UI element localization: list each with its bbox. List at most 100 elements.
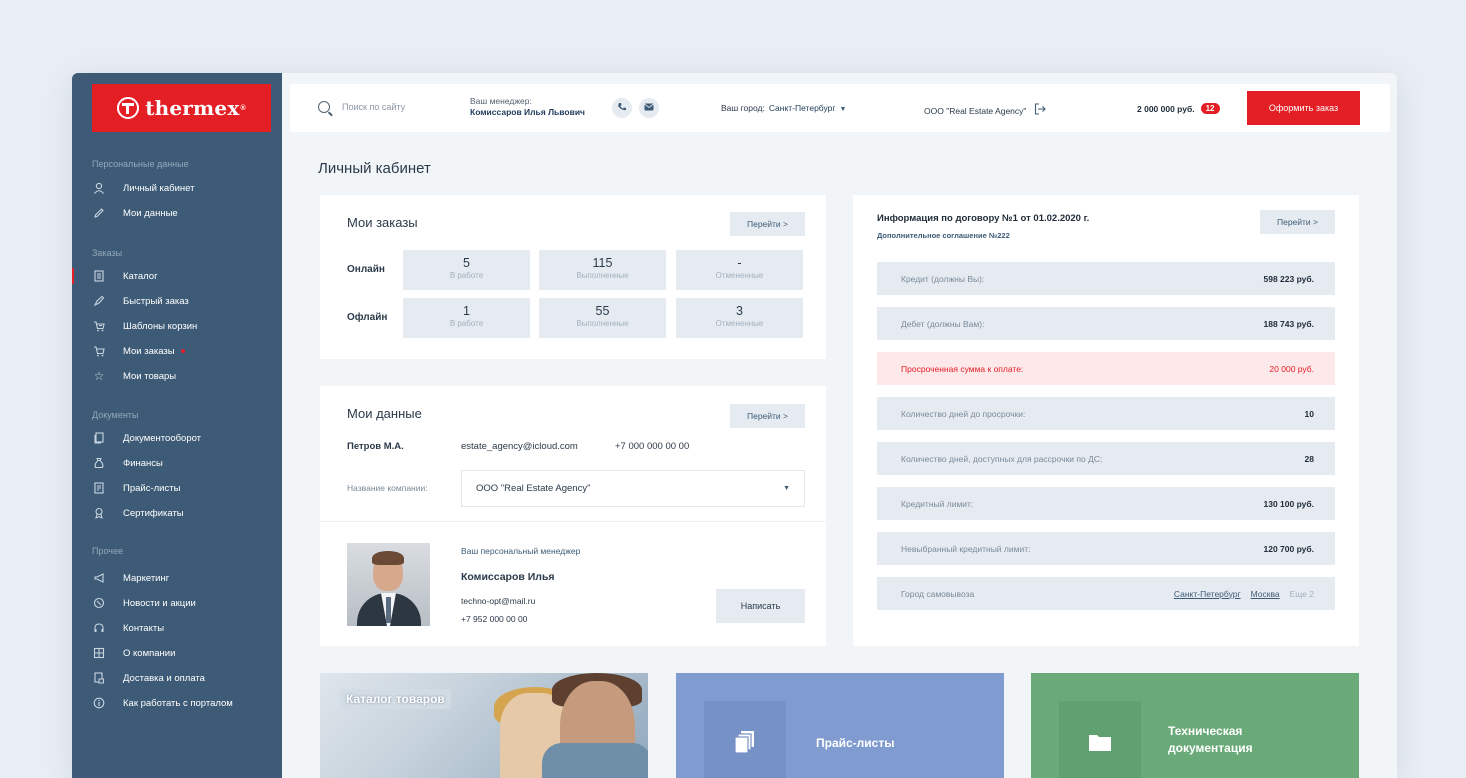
price-lists-tile[interactable]: Прайс-листы: [676, 673, 1004, 778]
sidebar-item-label: Прайс-листы: [123, 482, 181, 494]
logout-icon[interactable]: [1034, 103, 1047, 118]
sidebar-item-price-lists[interactable]: Прайс-листы: [92, 480, 277, 496]
chevron-down-icon: ▼: [839, 106, 847, 113]
search-field[interactable]: Поиск по сайту: [318, 101, 405, 113]
orders-online-in-progress[interactable]: 5В работе: [403, 250, 530, 290]
mydata-title: Мои данные: [347, 406, 422, 421]
sidebar-item-label: Шаблоны корзин: [123, 320, 198, 332]
caption: В работе: [449, 271, 484, 280]
user-phone: +7 000 000 00 00: [615, 441, 690, 452]
orders-offline-cancelled[interactable]: 3 Отмененные: [676, 298, 803, 338]
orders-offline-in-progress[interactable]: 1В работе: [403, 298, 530, 338]
company-name: ООО "Real Estate Agency": [924, 105, 1027, 116]
sidebar-item-label: Мои заказы: [123, 345, 175, 357]
sidebar-item-catalog[interactable]: Каталог: [92, 268, 277, 284]
thermex-logo-icon: [117, 97, 140, 119]
contract-row-overdue: Просроченная сумма к оплате: 20 000 руб.: [877, 352, 1335, 385]
orders-card: Мои заказы Перейти > Онлайн 5В работе 11…: [320, 195, 826, 359]
sidebar-item-delivery[interactable]: Доставка и оплата: [92, 670, 277, 686]
contract-row-unused-limit: Невыбранный кредитный лимит: 120 700 руб.: [877, 532, 1335, 565]
city-label: Ваш город:: [721, 103, 765, 113]
mydata-card: Мои данные Перейти > Петров М.А. estate_…: [320, 386, 826, 646]
sidebar-item-my-orders[interactable]: Мои заказы: [92, 343, 277, 359]
mydata-go-button[interactable]: Перейти >: [730, 404, 805, 428]
row-label: Кредит (должны Вы):: [901, 273, 985, 284]
sidebar-item-label: Как работать с порталом: [123, 697, 233, 709]
count: 5: [463, 256, 470, 270]
sidebar-item-label: Документооборот: [123, 432, 202, 444]
sidebar-item-document-flow[interactable]: Документооборот: [92, 430, 277, 446]
brand-logo[interactable]: thermex ®: [92, 84, 271, 132]
row-label: Кредитный лимит:: [901, 498, 974, 509]
sidebar-section-documents: Документы: [92, 410, 139, 420]
documents-icon: [92, 431, 106, 445]
sidebar-item-marketing[interactable]: Маркетинг: [92, 570, 277, 586]
user-email: estate_agency@icloud.com: [461, 441, 578, 452]
manager-info: Ваш менеджер: Комиссаров Илья Львович: [470, 96, 585, 118]
user-icon: [92, 181, 106, 195]
brand-trademark: ®: [240, 104, 246, 112]
company-switcher[interactable]: ООО "Real Estate Agency": [924, 103, 1047, 118]
manager-phone[interactable]: +7 952 000 00 00: [461, 614, 527, 624]
tech-docs-tile[interactable]: Техническая документация: [1031, 673, 1359, 778]
cart-sum: 2 000 000 руб.: [1137, 103, 1195, 114]
user-name: Петров М.А.: [347, 441, 404, 452]
pickup-city-links: Санкт-Петербург Москва Еще 2: [1174, 589, 1314, 599]
mail-icon: [644, 103, 654, 113]
orders-online-cancelled[interactable]: - Отмененные: [676, 250, 803, 290]
orders-go-button[interactable]: Перейти >: [730, 212, 805, 236]
city-selector[interactable]: Ваш город: Санкт-Петербург ▼: [721, 103, 846, 113]
company-select[interactable]: ООО "Real Estate Agency" ▼: [461, 470, 805, 507]
sidebar-item-my-products[interactable]: ☆ Мои товары: [92, 368, 277, 384]
caption: Выполненные: [576, 319, 629, 328]
sidebar-item-cart-templates[interactable]: Шаблоны корзин: [92, 318, 277, 334]
sidebar-item-label: Контакты: [123, 622, 165, 634]
sidebar-item-quick-order[interactable]: Быстрый заказ: [92, 293, 277, 309]
price-list-icon: [92, 481, 106, 495]
sidebar-item-finance[interactable]: Финансы: [92, 455, 277, 471]
sidebar-item-contacts[interactable]: Контакты: [92, 620, 277, 636]
sidebar-item-label: Доставка и оплата: [123, 672, 205, 684]
sidebar-item-news[interactable]: Новости и акции: [92, 595, 277, 611]
pickup-city-link[interactable]: Санкт-Петербург: [1174, 589, 1241, 599]
orders-online-completed[interactable]: 115 Выполненные: [539, 250, 666, 290]
search-placeholder: Поиск по сайту: [342, 102, 406, 112]
contract-title: Информация по договору №1 от 01.02.2020 …: [877, 213, 1090, 224]
contract-row-installment-days: Количество дней, доступных для рассрочки…: [877, 442, 1335, 475]
contract-go-button[interactable]: Перейти >: [1260, 210, 1335, 234]
row-label: Количество дней, доступных для рассрочки…: [901, 453, 1103, 464]
contract-row-credit-limit: Кредитный лимит: 130 100 руб.: [877, 487, 1335, 520]
row-value: 10: [1304, 408, 1314, 419]
contract-row-pickup: Город самовывоза Санкт-Петербург Москва …: [877, 577, 1335, 610]
orders-offline-completed[interactable]: 55 Выполненные: [539, 298, 666, 338]
contract-row-debit: Дебет (должны Вам): 188 743 руб.: [877, 307, 1335, 340]
row-value: 130 100 руб.: [1263, 498, 1314, 509]
sidebar: thermex ® Персональные данные Личный каби…: [72, 73, 282, 778]
sidebar-item-my-data[interactable]: Мои данные: [92, 205, 277, 221]
pickup-more-link[interactable]: Еще 2: [1290, 589, 1314, 599]
finance-icon: [92, 456, 106, 470]
catalog-tile[interactable]: Каталог товаров: [320, 673, 648, 778]
sidebar-item-label: Сертификаты: [123, 507, 184, 519]
pencil-icon: [92, 206, 106, 220]
email-manager-button[interactable]: [639, 98, 659, 118]
row-value: 20 000 руб.: [1269, 363, 1314, 374]
sidebar-item-how-to[interactable]: Как работать с порталом: [92, 695, 277, 711]
chevron-down-icon: ▼: [783, 485, 790, 492]
call-manager-button[interactable]: [612, 98, 632, 118]
cart-summary[interactable]: 2 000 000 руб. 12: [1137, 103, 1220, 114]
sidebar-item-label: Каталог: [123, 270, 158, 282]
count: -: [737, 256, 742, 270]
caption: Отмененные: [715, 319, 764, 328]
manager-email[interactable]: techno-opt@mail.ru: [461, 596, 535, 606]
pickup-city-link[interactable]: Москва: [1251, 589, 1280, 599]
row-label: Невыбранный кредитный лимит:: [901, 543, 1031, 554]
checkout-button[interactable]: Оформить заказ: [1247, 91, 1360, 125]
write-manager-button[interactable]: Написать: [716, 589, 805, 623]
company-field-label: Название компании:: [347, 483, 428, 493]
sidebar-item-dashboard[interactable]: Личный кабинет: [92, 180, 277, 196]
contract-row-days-to-overdue: Количество дней до просрочки: 10: [877, 397, 1335, 430]
sidebar-item-about[interactable]: О компании: [92, 645, 277, 661]
sidebar-item-certificates[interactable]: Сертификаты: [92, 505, 277, 521]
row-value: 188 743 руб.: [1263, 318, 1314, 329]
